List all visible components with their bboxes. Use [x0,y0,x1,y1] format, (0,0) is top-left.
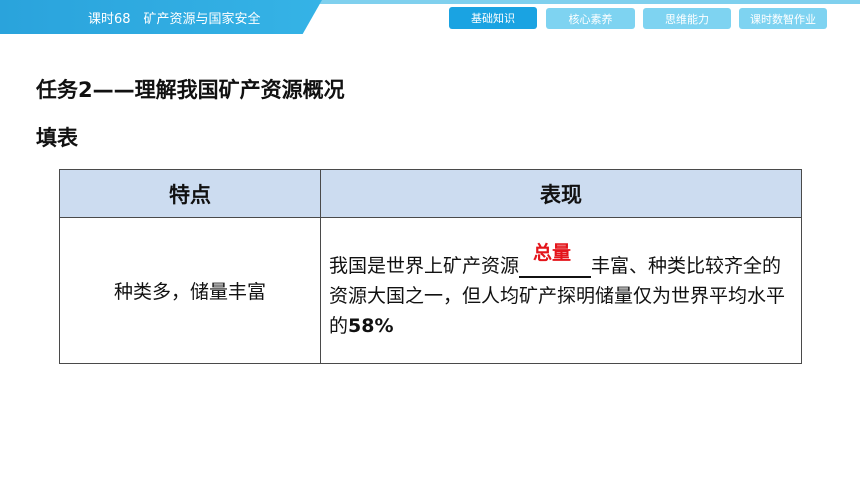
feature-cell: 种类多，储量丰富 [59,217,321,364]
answer-text: 总量 [533,242,572,264]
fill-table-heading: 填表 [36,126,78,150]
desc-text-before: 我国是世界上矿产资源 [329,255,520,277]
answer-blank: 总量 [519,242,592,278]
header-performance: 表现 [320,169,802,218]
tab-basic-knowledge[interactable]: 基础知识 [449,7,537,29]
percent-value: 58% [348,315,394,337]
task-heading: 任务2——理解我国矿产资源概况 [36,78,345,102]
header-feature: 特点 [59,169,321,218]
lesson-title: 课时68 矿产资源与国家安全 [88,12,261,27]
performance-cell: 我国是世界上矿产资源 总量 丰富、种类比较齐全的资源大国之一，但人均矿产探明储量仅为… [320,217,802,364]
table-header-row: 特点 表现 [59,169,802,218]
tab-core-literacy[interactable]: 核心素养 [546,8,635,29]
resource-table: 特点 表现 种类多，储量丰富 我国是世界上矿产资源 总量 丰富、种类比较齐全的资源大… [59,169,802,364]
table-row: 种类多，储量丰富 我国是世界上矿产资源 总量 丰富、种类比较齐全的资源大国之一，但人… [59,217,802,364]
tab-homework[interactable]: 课时数智作业 [739,8,827,29]
tab-thinking-ability[interactable]: 思维能力 [643,8,731,29]
